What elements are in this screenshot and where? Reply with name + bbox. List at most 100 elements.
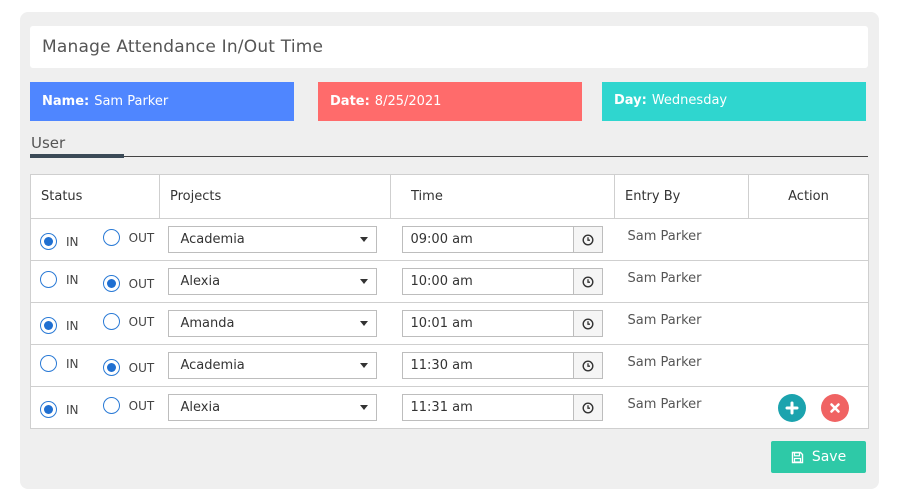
time-input[interactable]: 10:01 am: [401, 310, 603, 337]
status-cell: IN OUT: [30, 218, 160, 261]
table-row: IN OUT Alexia 11:31 am Sam Parker: [30, 386, 869, 429]
header-action: Action: [748, 174, 869, 219]
radio-out[interactable]: OUT: [102, 229, 155, 246]
radio-out-label: OUT: [128, 360, 155, 375]
action-cell: [748, 218, 869, 261]
save-button-label: Save: [811, 449, 847, 465]
caret-down-icon: [359, 237, 368, 242]
radio-out[interactable]: OUT: [102, 397, 155, 414]
tab-user[interactable]: User: [31, 134, 65, 152]
plus-icon: [785, 401, 798, 414]
entry-by-value: Sam Parker: [627, 229, 702, 244]
action-cell: [748, 344, 869, 387]
radio-out-circle[interactable]: [102, 275, 120, 292]
time-cell: 10:00 am: [390, 260, 615, 303]
time-input[interactable]: 10:00 am: [401, 268, 603, 295]
radio-in-circle[interactable]: [40, 355, 57, 372]
radio-out-circle[interactable]: [102, 359, 120, 376]
time-cell: 11:30 am: [390, 344, 615, 387]
radio-in-circle[interactable]: [40, 233, 57, 250]
status-cell: IN OUT: [30, 386, 160, 429]
floppy-disk-icon: [791, 451, 804, 463]
time-cell: 09:00 am: [390, 218, 615, 261]
radio-out[interactable]: OUT: [102, 313, 155, 330]
time-input[interactable]: 09:00 am: [401, 226, 603, 253]
status-cell: IN OUT: [30, 302, 160, 345]
project-select[interactable]: Academia: [167, 352, 377, 379]
name-card: Name: Sam Parker: [30, 82, 294, 121]
project-select[interactable]: Amanda: [167, 310, 377, 337]
table-row: IN OUT Amanda 10:01 am Sam Parker: [30, 302, 869, 345]
date-label: Date:: [330, 94, 370, 109]
entry-by-cell: Sam Parker: [614, 344, 749, 387]
entry-by-cell: Sam Parker: [614, 302, 749, 345]
radio-out-circle[interactable]: [102, 229, 120, 246]
status-cell: IN OUT: [30, 344, 160, 387]
time-input-value: 11:30 am: [410, 358, 473, 373]
project-cell: Amanda: [159, 302, 391, 345]
entry-by-value: Sam Parker: [627, 355, 702, 370]
radio-out-label: OUT: [128, 230, 155, 245]
clock-icon[interactable]: [572, 269, 602, 294]
attendance-table: Status Projects Time Entry By Action IN …: [30, 174, 869, 429]
time-input-value: 10:00 am: [410, 274, 473, 289]
project-select[interactable]: Academia: [167, 226, 377, 253]
radio-in-label: IN: [66, 402, 79, 417]
page-title: Manage Attendance In/Out Time: [30, 26, 868, 68]
tab-divider: [30, 156, 868, 157]
radio-in-circle[interactable]: [40, 401, 57, 418]
project-cell: Academia: [159, 344, 391, 387]
radio-out-label: OUT: [128, 314, 155, 329]
day-label: Day:: [614, 93, 647, 108]
time-cell: 11:31 am: [390, 386, 615, 429]
add-row-button[interactable]: [777, 393, 806, 422]
status-cell: IN OUT: [30, 260, 160, 303]
project-select-value: Academia: [180, 358, 245, 373]
radio-out[interactable]: OUT: [102, 359, 155, 376]
project-cell: Alexia: [159, 260, 391, 303]
clock-icon[interactable]: [572, 311, 602, 336]
clock-icon[interactable]: [572, 227, 602, 252]
date-card: Date: 8/25/2021: [318, 82, 582, 121]
radio-in-circle[interactable]: [40, 317, 57, 334]
entry-by-value: Sam Parker: [627, 397, 702, 412]
radio-in[interactable]: IN: [40, 233, 79, 250]
radio-in[interactable]: IN: [40, 317, 79, 334]
radio-out-label: OUT: [128, 276, 155, 291]
radio-in-label: IN: [66, 318, 79, 333]
project-select[interactable]: Alexia: [167, 268, 377, 295]
radio-in-label: IN: [66, 356, 79, 371]
project-select-value: Alexia: [180, 400, 221, 415]
table-row: IN OUT Academia 09:00 am Sam Parker: [30, 218, 869, 261]
remove-row-button[interactable]: [820, 393, 849, 422]
attendance-panel: Manage Attendance In/Out Time Name: Sam …: [20, 12, 879, 489]
radio-out[interactable]: OUT: [102, 275, 155, 292]
radio-out-label: OUT: [128, 398, 155, 413]
time-input[interactable]: 11:30 am: [401, 352, 603, 379]
radio-in-circle[interactable]: [40, 271, 57, 288]
time-input[interactable]: 11:31 am: [401, 394, 603, 421]
save-button[interactable]: Save: [771, 441, 866, 473]
clock-icon[interactable]: [572, 395, 602, 420]
project-select[interactable]: Alexia: [167, 394, 377, 421]
name-value: Sam Parker: [94, 94, 169, 109]
close-icon: [829, 402, 840, 413]
table-row: IN OUT Alexia 10:00 am Sam Parker: [30, 260, 869, 303]
radio-out-circle[interactable]: [102, 313, 120, 330]
table-header-row: Status Projects Time Entry By Action: [30, 174, 869, 219]
caret-down-icon: [359, 405, 368, 410]
header-status: Status: [30, 174, 160, 219]
entry-by-cell: Sam Parker: [614, 218, 749, 261]
day-card: Day: Wednesday: [602, 82, 866, 121]
time-input-value: 11:31 am: [410, 400, 473, 415]
radio-in[interactable]: IN: [40, 401, 79, 418]
entry-by-cell: Sam Parker: [614, 260, 749, 303]
clock-icon[interactable]: [572, 353, 602, 378]
radio-in[interactable]: IN: [40, 355, 79, 372]
entry-by-value: Sam Parker: [627, 271, 702, 286]
page-title-text: Manage Attendance In/Out Time: [42, 37, 324, 57]
radio-in[interactable]: IN: [40, 271, 79, 288]
action-cell: [748, 260, 869, 303]
entry-by-cell: Sam Parker: [614, 386, 749, 429]
radio-out-circle[interactable]: [102, 397, 120, 414]
